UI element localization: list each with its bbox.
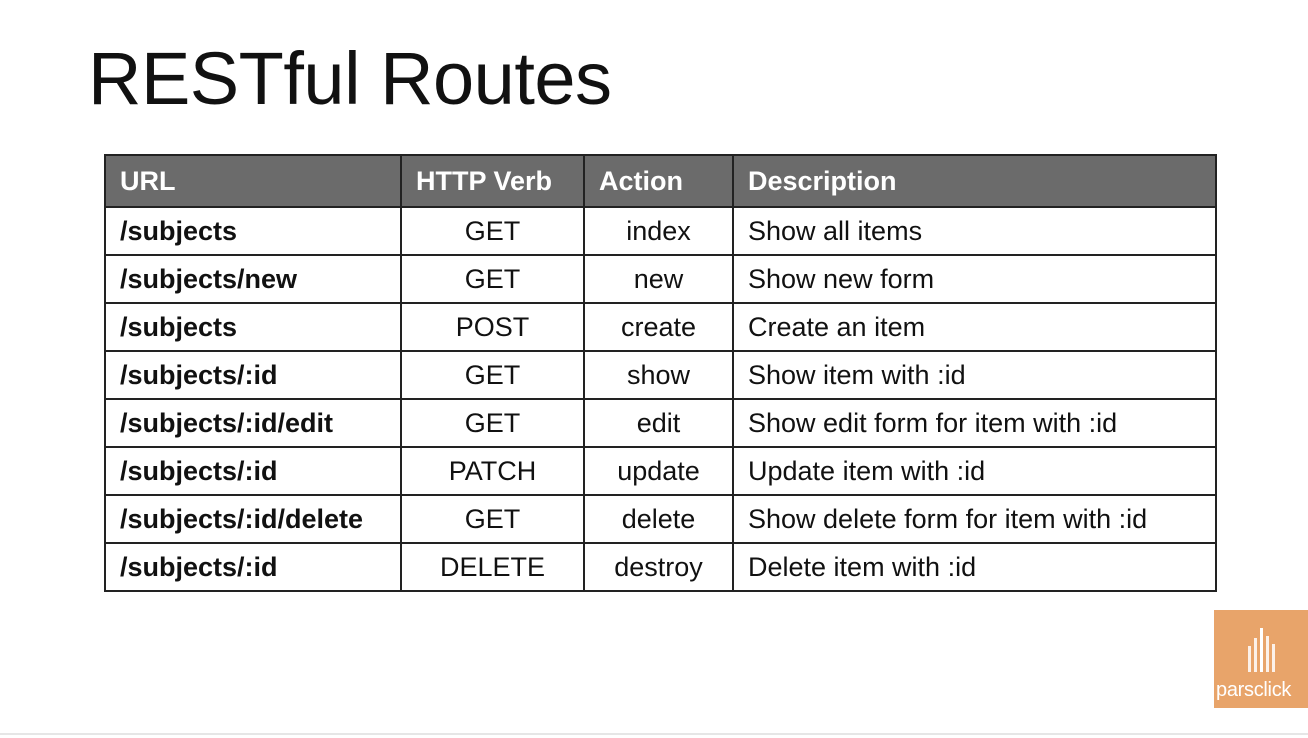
cell-url: /subjects/:id bbox=[104, 446, 402, 496]
cell-action: update bbox=[583, 446, 734, 496]
parsclick-logo: parsclick bbox=[1214, 610, 1308, 708]
cell-url: /subjects/:id/edit bbox=[104, 398, 402, 448]
header-action: Action bbox=[583, 154, 734, 208]
table-row: /subjects GET index Show all items bbox=[104, 206, 1217, 256]
cell-description: Update item with :id bbox=[732, 446, 1217, 496]
cell-http-verb: GET bbox=[400, 494, 585, 544]
table-header-row: URL HTTP Verb Action Description bbox=[104, 154, 1217, 208]
cell-http-verb: GET bbox=[400, 398, 585, 448]
header-description: Description bbox=[732, 154, 1217, 208]
cell-http-verb: POST bbox=[400, 302, 585, 352]
logo-text: parsclick bbox=[1216, 679, 1292, 701]
routes-table: URL HTTP Verb Action Description /subjec… bbox=[104, 154, 1217, 592]
table-header: URL HTTP Verb Action Description bbox=[104, 154, 1217, 208]
cell-description: Show delete form for item with :id bbox=[732, 494, 1217, 544]
header-http-verb: HTTP Verb bbox=[400, 154, 585, 208]
table-row: /subjects/new GET new Show new form bbox=[104, 254, 1217, 304]
slide-title: RESTful Routes bbox=[88, 37, 612, 120]
cell-action: create bbox=[583, 302, 734, 352]
cell-url: /subjects/:id bbox=[104, 350, 402, 400]
table-body: /subjects GET index Show all items /subj… bbox=[104, 206, 1217, 592]
cell-http-verb: GET bbox=[400, 206, 585, 256]
table-row: /subjects/:id/edit GET edit Show edit fo… bbox=[104, 398, 1217, 448]
cell-description: Show edit form for item with :id bbox=[732, 398, 1217, 448]
cell-http-verb: GET bbox=[400, 350, 585, 400]
cell-url: /subjects/:id bbox=[104, 542, 402, 592]
cell-action: show bbox=[583, 350, 734, 400]
cell-description: Show item with :id bbox=[732, 350, 1217, 400]
cell-action: edit bbox=[583, 398, 734, 448]
table-row: /subjects/:id/delete GET delete Show del… bbox=[104, 494, 1217, 544]
cell-http-verb: PATCH bbox=[400, 446, 585, 496]
cell-url: /subjects/:id/delete bbox=[104, 494, 402, 544]
cell-action: destroy bbox=[583, 542, 734, 592]
cell-action: delete bbox=[583, 494, 734, 544]
cell-http-verb: GET bbox=[400, 254, 585, 304]
cell-description: Create an item bbox=[732, 302, 1217, 352]
cell-action: new bbox=[583, 254, 734, 304]
header-url: URL bbox=[104, 154, 402, 208]
cell-http-verb: DELETE bbox=[400, 542, 585, 592]
table-row: /subjects/:id PATCH update Update item w… bbox=[104, 446, 1217, 496]
cell-description: Delete item with :id bbox=[732, 542, 1217, 592]
bottom-divider bbox=[0, 733, 1308, 735]
table-row: /subjects POST create Create an item bbox=[104, 302, 1217, 352]
cell-description: Show all items bbox=[732, 206, 1217, 256]
cell-description: Show new form bbox=[732, 254, 1217, 304]
cell-url: /subjects bbox=[104, 206, 402, 256]
table-row: /subjects/:id DELETE destroy Delete item… bbox=[104, 542, 1217, 592]
cell-url: /subjects bbox=[104, 302, 402, 352]
cell-action: index bbox=[583, 206, 734, 256]
cell-url: /subjects/new bbox=[104, 254, 402, 304]
table-row: /subjects/:id GET show Show item with :i… bbox=[104, 350, 1217, 400]
parsclick-mark-icon bbox=[1248, 628, 1275, 672]
